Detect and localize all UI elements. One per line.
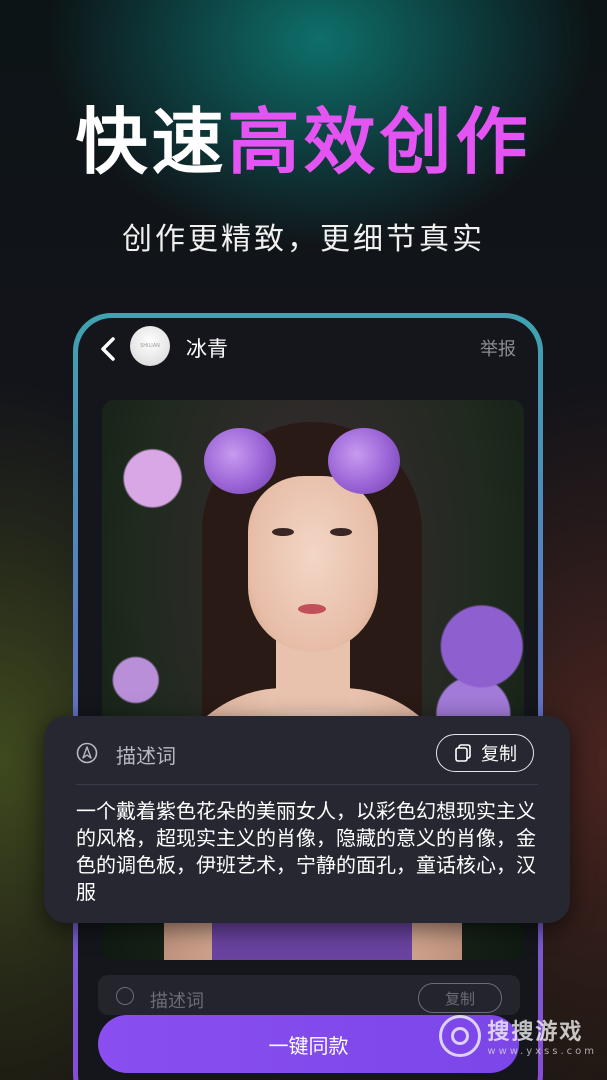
flower-crown-right (328, 428, 400, 494)
watermark-url: www.yxss.com (487, 1046, 597, 1057)
compass-icon (116, 987, 134, 1005)
subtitle: 创作更精致，更细节真实 (122, 222, 485, 257)
flower-crown-left (204, 428, 276, 494)
headline: 快速高效创作 (0, 100, 607, 184)
back-arrow-icon[interactable] (98, 336, 120, 362)
avatar[interactable]: SHILIAN (130, 326, 170, 366)
divider (76, 784, 538, 785)
avatar-text: SHILIAN (140, 343, 160, 349)
compass-icon (76, 742, 98, 764)
copy-button[interactable]: 复制 (436, 734, 534, 772)
watermark-logo-icon (439, 1014, 482, 1057)
eye-left (272, 528, 294, 536)
ghost-copy-button: 复制 (418, 983, 502, 1013)
copy-label: 复制 (481, 744, 517, 765)
watermark-brand: 搜搜游戏 (487, 1020, 584, 1045)
username[interactable]: 冰青 (186, 333, 228, 363)
headline-pink: 高效创作 (227, 100, 532, 184)
report-button[interactable]: 举报 (480, 335, 516, 361)
headline-white: 快速 (75, 100, 228, 184)
lips (298, 604, 326, 614)
prompt-row-behind: 描述词 复制 (98, 975, 520, 1015)
face-shape (248, 476, 378, 652)
phone-frame: SHILIAN 冰青 举报 (73, 313, 543, 1080)
eye-right (330, 528, 352, 536)
prompt-text: 一个戴着紫色花朵的美丽女人，以彩色幻想现实主义的风格，超现实主义的肖像，隐藏的意… (76, 799, 536, 904)
ghost-label: 描述词 (150, 991, 204, 1012)
watermark: 搜搜游戏 www.yxss.com (439, 1014, 597, 1057)
phone-screen: SHILIAN 冰青 举报 (78, 318, 538, 1080)
prompt-label: 描述词 (116, 744, 176, 768)
copy-icon (455, 744, 471, 762)
prompt-card: 描述词 复制 一个戴着紫色花朵的美丽女人，以彩色幻想现实主义的风格，超现实主义的… (44, 716, 570, 923)
